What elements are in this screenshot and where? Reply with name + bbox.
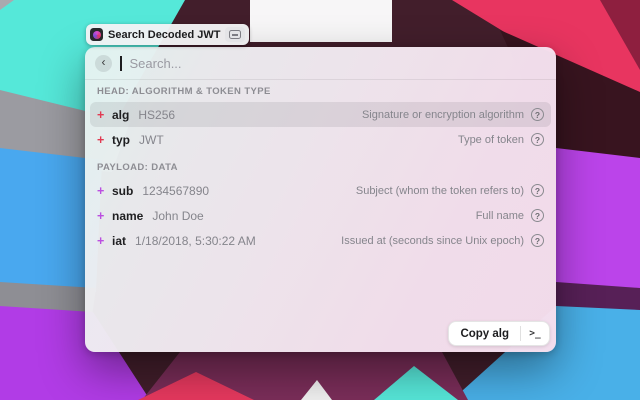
- claim-description: Type of token: [458, 134, 524, 146]
- claim-key: iat: [112, 234, 126, 248]
- section-header: HEAD: ALGORITHM & TOKEN TYPE: [97, 86, 544, 98]
- actions-menu-button[interactable]: >_: [521, 322, 549, 345]
- claim-description: Issued at (seconds since Unix epoch): [341, 235, 524, 247]
- claims-section: PAYLOAD: DATA+sub1234567890Subject (whom…: [90, 162, 551, 253]
- claims-section: HEAD: ALGORITHM & TOKEN TYPE +alg HS256 Sig…: [90, 86, 551, 152]
- claim-row-alg[interactable]: +alg HS256 Signature or encryption algorit…: [90, 102, 551, 127]
- plus-icon: +: [97, 234, 112, 248]
- plus-icon: +: [97, 133, 112, 147]
- claim-row-iat[interactable]: +iat 1/18/2018, 5:30:22 AM Issued at (seco…: [90, 228, 551, 253]
- claim-row-sub[interactable]: +sub 1234567890 Subject (whom the token re…: [90, 178, 551, 203]
- help-icon[interactable]: ?: [531, 108, 544, 121]
- claim-description: Full name: [476, 210, 524, 222]
- claim-value: 1234567890: [142, 184, 209, 198]
- jwt-app-icon: [90, 28, 103, 41]
- help-icon[interactable]: ?: [531, 133, 544, 146]
- claim-value: 1/18/2018, 5:30:22 AM: [135, 234, 256, 248]
- decoded-jwt-dialog: ‹ Search... HEAD: ALGORITHM & TOKEN TYPE…: [85, 47, 556, 352]
- back-button[interactable]: ‹: [95, 55, 112, 72]
- help-icon[interactable]: ?: [531, 209, 544, 222]
- claim-key: alg: [112, 108, 129, 122]
- help-icon[interactable]: ?: [531, 234, 544, 247]
- claim-value: HS256: [138, 108, 175, 122]
- claim-key: typ: [112, 133, 130, 147]
- command-pill-label: Search Decoded JWT: [108, 29, 220, 41]
- claim-meta: Full name?: [476, 209, 544, 222]
- search-input[interactable]: Search...: [130, 56, 182, 71]
- claim-key: sub: [112, 184, 133, 198]
- claim-meta: Subject (whom the token refers to)?: [356, 184, 544, 197]
- claim-key: name: [112, 209, 143, 223]
- keyboard-icon: [229, 30, 241, 39]
- plus-icon: +: [97, 184, 112, 198]
- section-header: PAYLOAD: DATA: [97, 162, 544, 174]
- claim-row-name[interactable]: +name John Doe Full name?: [90, 203, 551, 228]
- help-icon[interactable]: ?: [531, 184, 544, 197]
- claim-value: John Doe: [152, 209, 203, 223]
- search-bar: ‹ Search...: [85, 47, 556, 80]
- keyboard-badge: [225, 27, 245, 42]
- plus-icon: +: [97, 209, 112, 223]
- claim-description: Signature or encryption algorithm: [362, 109, 524, 121]
- claim-meta: Type of token?: [458, 133, 544, 146]
- claim-value: JWT: [139, 133, 164, 147]
- plus-icon: +: [97, 108, 112, 122]
- command-pill[interactable]: Search Decoded JWT: [86, 24, 249, 45]
- footer-actions: Copy alg >_: [448, 321, 550, 346]
- copy-alg-button[interactable]: Copy alg: [449, 322, 520, 345]
- claim-description: Subject (whom the token refers to): [356, 185, 524, 197]
- text-caret: [120, 56, 122, 71]
- claim-row-typ[interactable]: +typ JWT Type of token?: [90, 127, 551, 152]
- claim-meta: Signature or encryption algorithm?: [362, 108, 544, 121]
- claim-meta: Issued at (seconds since Unix epoch)?: [341, 234, 544, 247]
- claims-list: HEAD: ALGORITHM & TOKEN TYPE+algHS256Sig…: [85, 80, 556, 253]
